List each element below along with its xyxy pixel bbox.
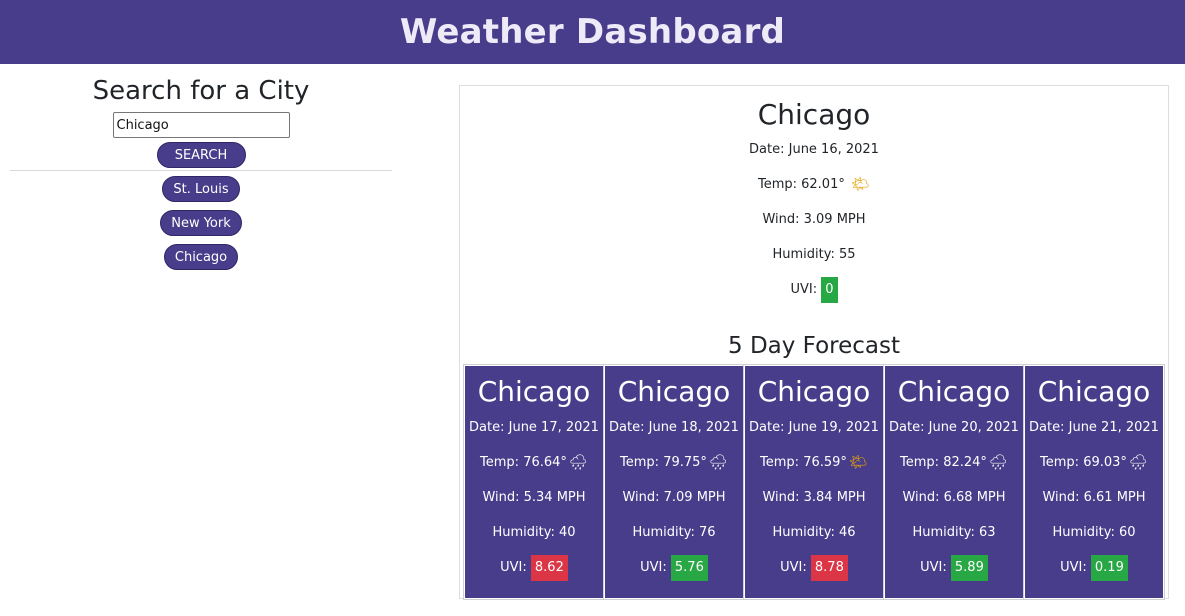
forecast-temp-line: Temp: 82.24° 🌧 [885,445,1023,480]
history-button-st-louis[interactable]: St. Louis [162,176,240,202]
forecast-temp: Temp: 76.59° [760,455,847,470]
forecast-temp: Temp: 82.24° [900,455,987,470]
forecast-wind: Wind: 6.68 MPH [902,490,1006,505]
search-history: St. Louis New York Chicago [10,176,392,270]
rain-cloud-icon: 🌧 [988,453,1008,471]
forecast-uvi-label: UVI: [780,560,807,575]
forecast-card: Chicago Date: June 19, 2021 Temp: 76.59°… [743,364,885,600]
forecast-uvi-line: UVI: 5.76 [605,550,743,585]
forecast-uvi-label: UVI: [500,560,527,575]
forecast-temp-line: Temp: 69.03° 🌧 [1025,445,1163,480]
forecast-card: Chicago Date: June 21, 2021 Temp: 69.03°… [1023,364,1165,600]
current-humidity: Humidity: 55 [772,247,856,262]
forecast-uvi-badge: 8.78 [810,554,848,581]
rain-cloud-icon: 🌧 [1128,453,1148,471]
forecast-date: Date: June 20, 2021 [889,420,1019,435]
forecast-card: Chicago Date: June 20, 2021 Temp: 82.24°… [883,364,1025,600]
forecast-humidity: Humidity: 46 [772,525,856,540]
forecast-humidity: Humidity: 60 [1052,525,1136,540]
history-button-new-york[interactable]: New York [160,210,242,236]
forecast-temp: Temp: 69.03° [1040,455,1127,470]
forecast-temp-line: Temp: 79.75° 🌧 [605,445,743,480]
forecast-title: 5 Day Forecast [728,333,900,359]
search-panel: Search for a City SEARCH St. Louis New Y… [10,64,392,278]
forecast-humidity: Humidity: 63 [912,525,996,540]
sun-icon: 🌤 [850,175,871,193]
current-uvi-label: UVI: [790,282,818,297]
current-uvi-badge: 0 [821,276,838,303]
forecast-wind: Wind: 3.84 MPH [762,490,866,505]
forecast-city: Chicago [1037,375,1151,408]
divider [10,170,392,171]
current-temp-line: Temp: 62.01° 🌤 [460,167,1168,202]
forecast-wind: Wind: 7.09 MPH [622,490,726,505]
forecast-uvi-label: UVI: [920,560,947,575]
forecast-card: Chicago Date: June 18, 2021 Temp: 79.75°… [603,364,745,600]
forecast-date: Date: June 21, 2021 [1029,420,1159,435]
forecast-uvi-badge: 5.76 [670,554,708,581]
forecast-temp-line: Temp: 76.64° 🌧 [465,445,603,480]
current-date: Date: June 16, 2021 [749,142,879,157]
rain-cloud-icon: 🌧 [708,453,728,471]
search-button[interactable]: SEARCH [156,142,246,168]
current-city-name: Chicago [757,98,871,131]
forecast-uvi-line: UVI: 8.78 [745,550,883,585]
forecast-humidity: Humidity: 76 [632,525,716,540]
forecast-uvi-badge: 5.89 [950,554,988,581]
forecast-card: Chicago Date: June 17, 2021 Temp: 76.64°… [463,364,605,600]
forecast-city: Chicago [617,375,731,408]
search-heading: Search for a City [92,76,310,106]
forecast-wind: Wind: 6.61 MPH [1042,490,1146,505]
forecast-row: Chicago Date: June 17, 2021 Temp: 76.64°… [463,364,1168,600]
current-temp: Temp: 62.01° [757,177,845,192]
forecast-uvi-label: UVI: [1060,560,1087,575]
forecast-uvi-badge: 0.19 [1090,554,1128,581]
history-button-chicago[interactable]: Chicago [163,244,239,270]
forecast-uvi-badge: 8.62 [530,554,568,581]
forecast-uvi-line: UVI: 8.62 [465,550,603,585]
page-title: Weather Dashboard [399,12,786,52]
current-weather-card: Chicago Date: June 16, 2021 Temp: 62.01°… [459,85,1169,600]
rain-cloud-icon: 🌧 [568,453,588,471]
sun-icon: 🌤 [848,453,868,471]
city-search-input[interactable] [112,112,290,138]
forecast-date: Date: June 19, 2021 [749,420,879,435]
current-uvi-line: UVI: 0 [460,272,1168,307]
forecast-humidity: Humidity: 40 [492,525,576,540]
forecast-city: Chicago [897,375,1011,408]
forecast-city: Chicago [477,375,591,408]
forecast-temp: Temp: 76.64° [480,455,567,470]
forecast-temp: Temp: 79.75° [620,455,707,470]
forecast-city: Chicago [757,375,871,408]
current-wind: Wind: 3.09 MPH [762,212,866,227]
forecast-temp-line: Temp: 76.59° 🌤 [745,445,883,480]
forecast-uvi-line: UVI: 0.19 [1025,550,1163,585]
forecast-wind: Wind: 5.34 MPH [482,490,586,505]
app-header: Weather Dashboard [0,0,1185,64]
forecast-uvi-line: UVI: 5.89 [885,550,1023,585]
forecast-date: Date: June 18, 2021 [609,420,739,435]
forecast-date: Date: June 17, 2021 [469,420,599,435]
forecast-uvi-label: UVI: [640,560,667,575]
